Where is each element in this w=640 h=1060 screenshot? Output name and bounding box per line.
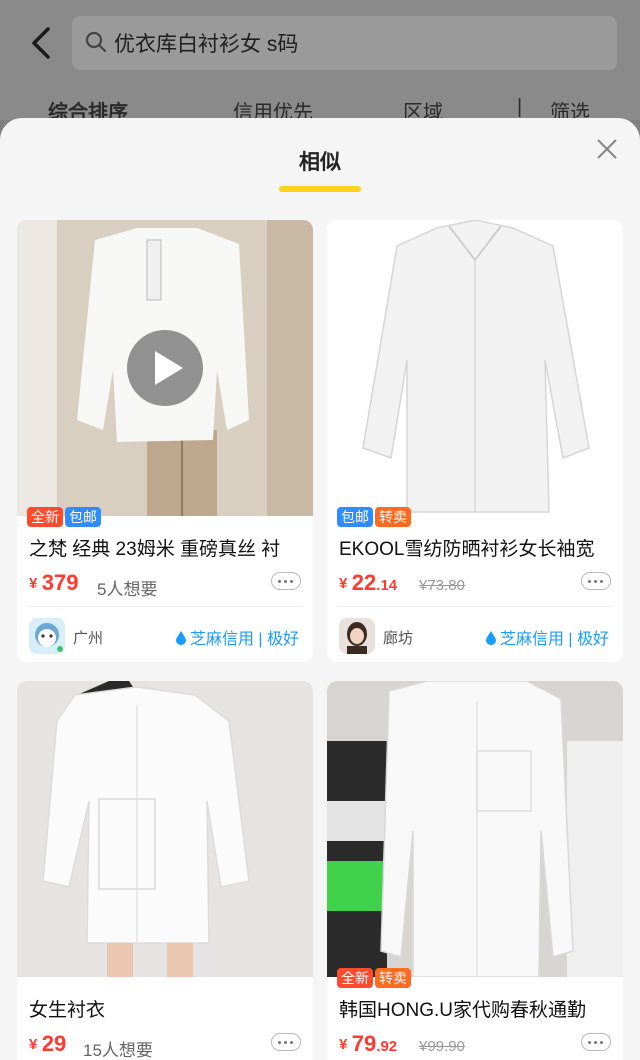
- product-card[interactable]: 包邮 转卖 EKOOL雪纺防晒衬衫女长袖宽 ¥ 22.14 ¥73.80 廊坊 …: [327, 220, 623, 662]
- top-bar: 优衣库白衬衫女 s码 综合排序 信用优先 区域 | 筛选: [0, 0, 640, 124]
- resell-tag: 转卖: [375, 507, 411, 527]
- price: ¥ 379: [29, 570, 79, 596]
- more-options-icon[interactable]: [271, 1033, 301, 1051]
- tag-list: 全新 包邮: [27, 507, 101, 527]
- more-options-icon[interactable]: [581, 572, 611, 590]
- divider: [337, 606, 613, 607]
- product-title[interactable]: 韩国HONG.U家代购春秋通勤: [339, 995, 615, 1022]
- wants-count: 15人想要: [83, 1041, 153, 1060]
- original-price: ¥99.90: [419, 1038, 465, 1055]
- price-value: 22: [351, 570, 377, 595]
- product-title[interactable]: 之梵 经典 23姆米 重磅真丝 衬: [29, 534, 305, 561]
- product-card[interactable]: 女生衬衣 ¥ 29 15人想要: [17, 681, 313, 1060]
- product-image[interactable]: [327, 681, 623, 977]
- price-value: 29: [41, 1031, 67, 1056]
- more-options-icon[interactable]: [581, 1033, 611, 1051]
- product-image[interactable]: [17, 681, 313, 977]
- product-card[interactable]: 全新 转卖 韩国HONG.U家代购春秋通勤 ¥ 79.92 ¥99.90: [327, 681, 623, 1060]
- search-bar[interactable]: 优衣库白衬衫女 s码: [72, 16, 617, 70]
- price: ¥ 22.14: [339, 570, 397, 596]
- product-image[interactable]: [327, 220, 623, 516]
- tag-list: 包邮 转卖: [337, 507, 411, 527]
- close-icon[interactable]: [596, 138, 618, 160]
- divider: [27, 606, 303, 607]
- free-shipping-tag: 包邮: [65, 507, 101, 527]
- price: ¥ 79.92: [339, 1031, 397, 1057]
- filter-separator: |: [517, 96, 523, 118]
- product-card[interactable]: 全新 包邮 之梵 经典 23姆米 重磅真丝 衬 ¥ 379 5人想要 广州 芝麻…: [17, 220, 313, 662]
- price-currency: ¥: [339, 1036, 348, 1053]
- new-tag: 全新: [27, 507, 63, 527]
- search-icon: [85, 31, 107, 53]
- product-title[interactable]: 女生衬衣: [29, 995, 305, 1022]
- search-query: 优衣库白衬衫女 s码: [114, 33, 299, 56]
- back-arrow-icon[interactable]: [28, 26, 58, 60]
- credit-rating[interactable]: 芝麻信用 | 极好: [175, 625, 299, 649]
- price-value: 79: [351, 1031, 377, 1056]
- original-price: ¥73.80: [419, 577, 465, 594]
- price-decimal: .14: [376, 577, 398, 594]
- more-options-icon[interactable]: [271, 572, 301, 590]
- sesame-credit-icon: [485, 631, 496, 645]
- free-shipping-tag: 包邮: [337, 507, 373, 527]
- resell-tag: 转卖: [375, 968, 411, 988]
- price-currency: ¥: [29, 1036, 38, 1053]
- seller-avatar[interactable]: [339, 618, 375, 654]
- price: ¥ 29: [29, 1031, 66, 1057]
- sesame-credit-icon: [175, 631, 186, 645]
- new-tag: 全新: [337, 968, 373, 988]
- credit-text: 芝麻信用 | 极好: [189, 631, 299, 648]
- sheet-title: 相似: [299, 151, 341, 174]
- seller-location: 广州: [73, 630, 104, 647]
- price-currency: ¥: [339, 575, 348, 592]
- wants-count: 5人想要: [97, 580, 158, 599]
- credit-text: 芝麻信用 | 极好: [499, 631, 609, 648]
- seller-avatar[interactable]: [29, 618, 65, 654]
- similar-items-sheet: 相似 全新 包邮 之梵 经典 23姆米 重磅真丝 衬 ¥ 379 5人想要 广州…: [0, 118, 640, 1060]
- filter-bar: 综合排序 信用优先 区域 | 筛选: [0, 96, 640, 124]
- product-title[interactable]: EKOOL雪纺防晒衬衫女长袖宽: [339, 534, 615, 561]
- title-underline: [279, 186, 361, 192]
- tag-list: 全新 转卖: [337, 968, 411, 988]
- credit-rating[interactable]: 芝麻信用 | 极好: [485, 625, 609, 649]
- product-image[interactable]: [17, 220, 313, 516]
- seller-location: 廊坊: [383, 630, 414, 647]
- price-decimal: .92: [376, 1038, 398, 1055]
- price-currency: ¥: [29, 575, 38, 592]
- price-value: 379: [41, 570, 79, 595]
